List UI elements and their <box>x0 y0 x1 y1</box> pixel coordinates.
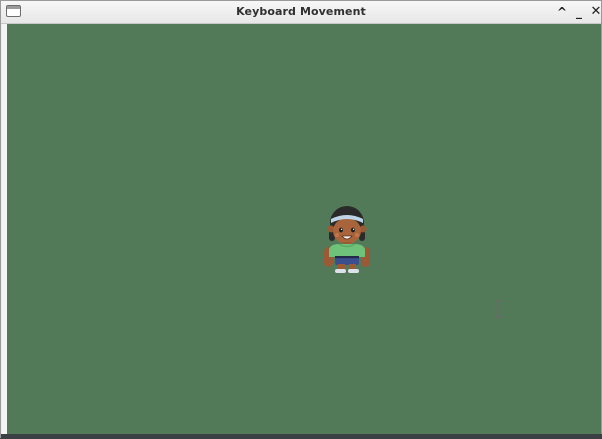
maximize-button[interactable]: ^ <box>554 3 570 21</box>
title-bar[interactable]: Keyboard Movement ^ _ ✕ <box>1 1 601 24</box>
game-canvas[interactable] <box>7 24 601 434</box>
text-cursor-icon <box>495 300 501 318</box>
player-character-icon <box>324 206 370 273</box>
window-title: Keyboard Movement <box>236 5 366 18</box>
app-window: Keyboard Movement ^ _ ✕ <box>0 0 602 439</box>
close-button[interactable]: ✕ <box>588 3 602 21</box>
minimize-button[interactable]: _ <box>571 3 587 21</box>
window-bottom-border <box>1 434 602 439</box>
